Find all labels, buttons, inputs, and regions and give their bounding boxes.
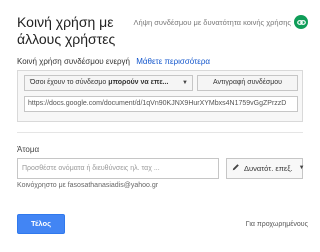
link-access-prefix: Όσοι έχουν το σύνδεσμο [30, 79, 107, 86]
permission-label: Δυνατότ. επεξ. [244, 164, 293, 173]
section-divider [17, 132, 303, 133]
dialog-title: Κοινή χρήση με άλλους χρήστες [17, 14, 116, 47]
link-access-level: μπορούν να επε... [108, 79, 169, 86]
people-label: Άτομα [17, 145, 40, 154]
link-access-dropdown[interactable]: Όσοι έχουν το σύνδεσμο μπορούν να επε...… [24, 75, 193, 91]
link-sharing-status-text: Κοινή χρήση συνδέσμου ενεργή [17, 57, 131, 66]
shared-with-text: Κοινόχρηστο με fasosathanasiadis@yahoo.g… [17, 182, 159, 189]
link-icon[interactable] [294, 15, 308, 29]
link-sharing-panel: Όσοι έχουν το σύνδεσμο μπορούν να επε...… [17, 70, 303, 122]
learn-more-link[interactable]: Μάθετε περισσότερα [136, 57, 210, 66]
done-button[interactable]: Τέλος [17, 214, 65, 234]
advanced-link[interactable]: Για προχωρημένους [246, 221, 308, 228]
permission-dropdown[interactable]: Δυνατότ. επεξ. ▼ [226, 158, 305, 179]
get-shareable-link-label: Λήψη συνδέσμου με δυνατότητα κοινής χρήσ… [133, 17, 291, 27]
pencil-icon [232, 159, 240, 178]
get-shareable-link-button[interactable]: Λήψη συνδέσμου με δυνατότητα κοινής χρήσ… [133, 15, 308, 29]
chevron-down-icon: ▼ [298, 165, 305, 171]
share-url-field[interactable]: https://docs.google.com/document/d/1qVn9… [24, 96, 298, 112]
copy-link-button[interactable]: Αντιγραφή συνδέσμου [197, 75, 298, 91]
add-people-input[interactable]: Προσθέστε ονόματα ή διευθύνσεις ηλ. ταχ … [17, 158, 219, 179]
link-sharing-status: Κοινή χρήση συνδέσμου ενεργή Μάθετε περι… [17, 57, 210, 66]
chevron-down-icon: ▼ [182, 80, 188, 86]
